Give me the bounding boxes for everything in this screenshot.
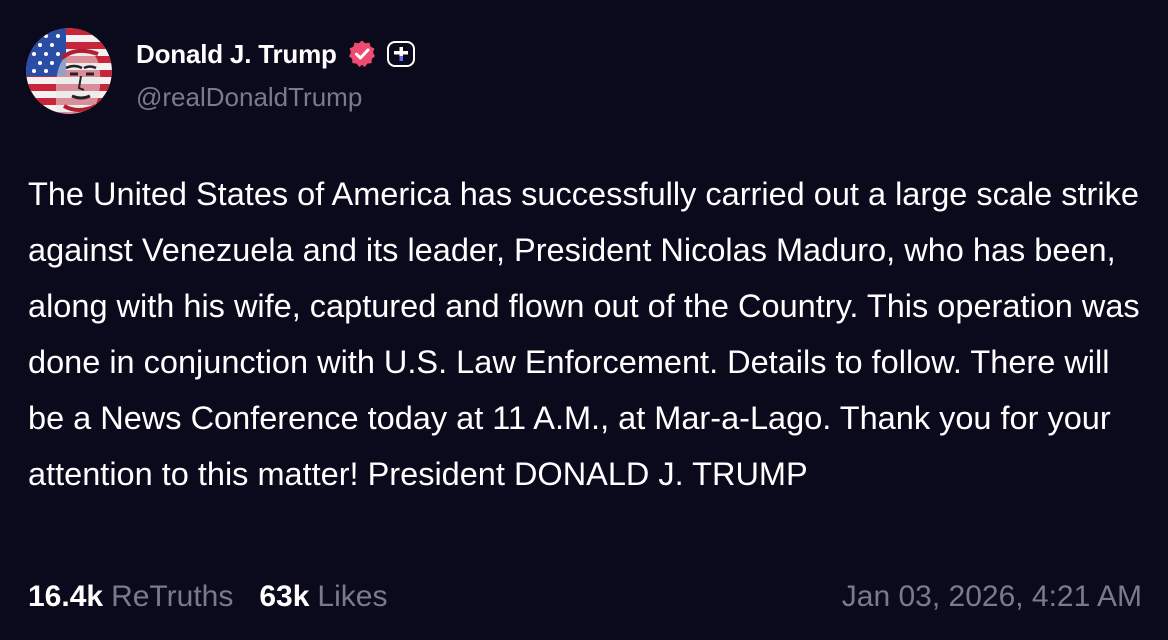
retruths-stat[interactable]: 16.4k ReTruths (28, 580, 233, 614)
post-timestamp[interactable]: Jan 03, 2026, 4:21 AM (842, 574, 1142, 620)
plus-badge-icon (386, 41, 415, 67)
likes-label: Likes (317, 580, 388, 613)
display-name[interactable]: Donald J. Trump (136, 39, 337, 70)
post-text: The United States of America has success… (28, 176, 1140, 492)
post-stats: 16.4k ReTruths 63k Likes (28, 574, 387, 620)
likes-stat[interactable]: 63k Likes (259, 580, 387, 614)
truth-post: Donald J. Trump @realDonaldTrump The Uni… (0, 0, 1168, 640)
verified-badge-icon (348, 40, 375, 67)
retruths-label: ReTruths (111, 580, 234, 613)
likes-count: 63k (259, 580, 310, 613)
author-handle[interactable]: @realDonaldTrump (136, 82, 362, 113)
flag-portrait-avatar-icon (26, 28, 112, 114)
avatar[interactable] (26, 28, 112, 114)
author-name-row: Donald J. Trump (136, 36, 415, 72)
retruths-count: 16.4k (28, 580, 104, 613)
